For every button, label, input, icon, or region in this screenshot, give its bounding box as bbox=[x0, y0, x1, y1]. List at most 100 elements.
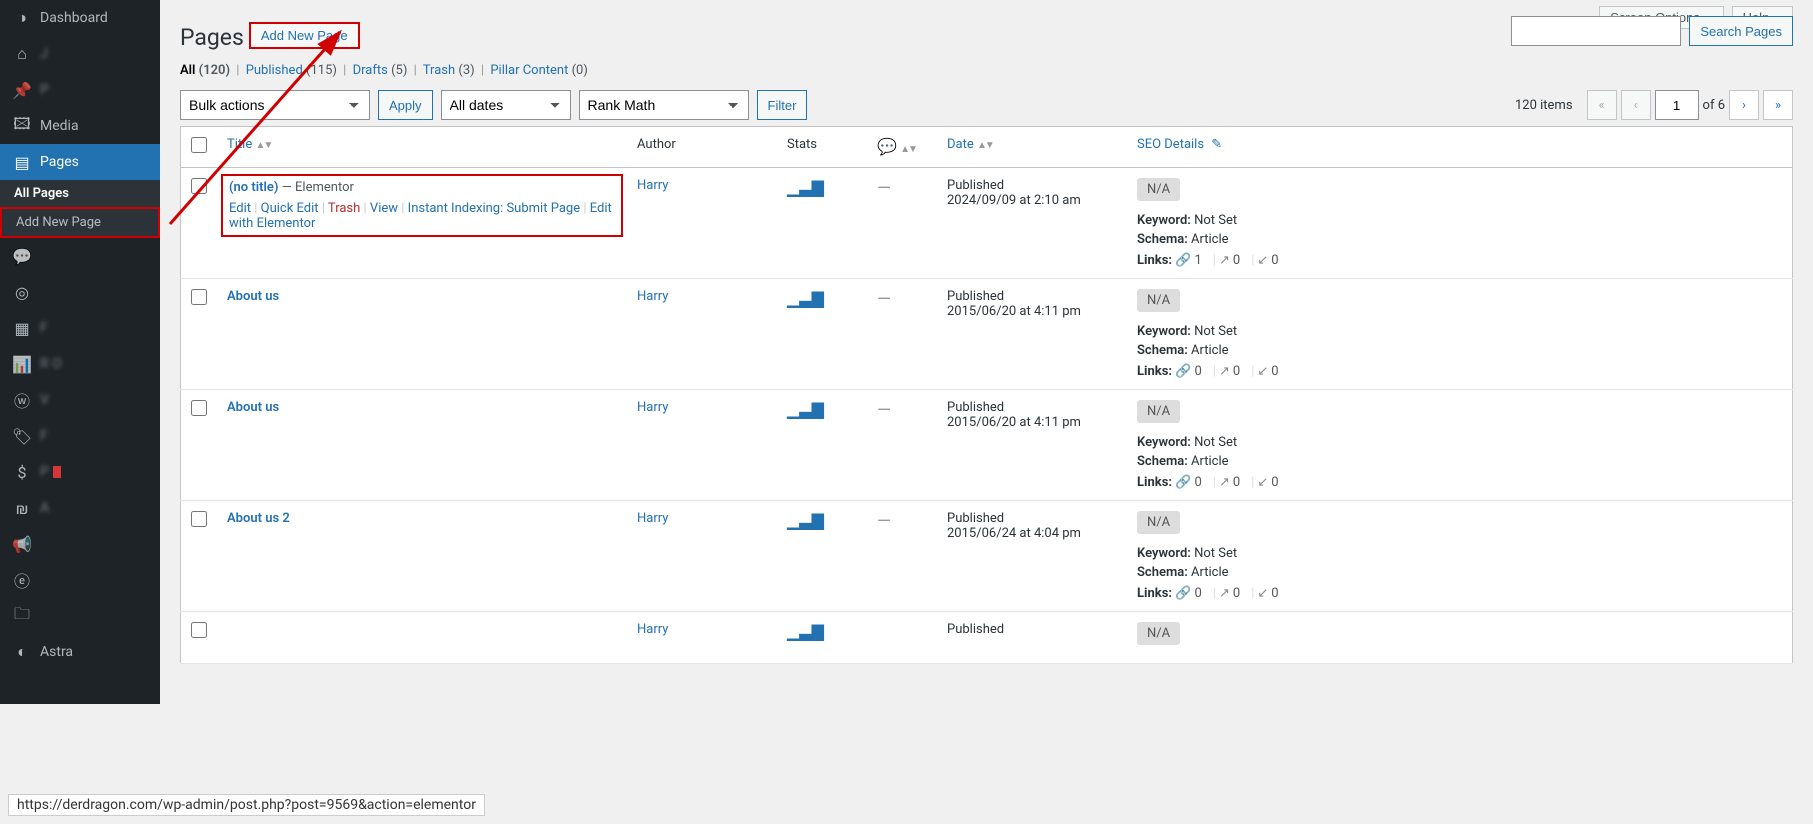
apply-button[interactable]: Apply bbox=[378, 90, 433, 120]
row-title-link[interactable]: About us bbox=[227, 289, 279, 304]
row-action-view[interactable]: View bbox=[370, 201, 398, 216]
author-link[interactable]: Harry bbox=[637, 511, 668, 526]
woo-icon: ⓦ bbox=[12, 390, 32, 410]
author-link[interactable]: Harry bbox=[637, 622, 668, 637]
sidebar-sub-all-pages[interactable]: All Pages bbox=[0, 180, 160, 207]
elementor-icon: ⓔ bbox=[12, 570, 32, 590]
row-action-instant[interactable]: Instant Indexing: Submit Page bbox=[408, 201, 580, 216]
stats-icon[interactable]: ▁▃▇ bbox=[787, 289, 824, 308]
author-link[interactable]: Harry bbox=[637, 400, 668, 415]
sidebar-item-obscured-1[interactable]: ⌂J bbox=[0, 36, 160, 72]
select-all-checkbox[interactable] bbox=[191, 137, 207, 153]
sidebar-item-obscured-2[interactable]: 📌P bbox=[0, 72, 160, 108]
sidebar-item-obscured-4[interactable]: ◎ bbox=[0, 274, 160, 310]
row-title-suffix: — Elementor bbox=[278, 180, 353, 195]
rankmath-filter-select[interactable]: Rank Math bbox=[579, 90, 749, 120]
filter-pillar[interactable]: Pillar Content (0) bbox=[490, 63, 588, 78]
sidebar-item-obscured-8[interactable]: 🏷F bbox=[0, 418, 160, 454]
sidebar-item-obscured-6[interactable]: 📊R O bbox=[0, 346, 160, 382]
sidebar-item-dashboard[interactable]: ◑ Dashboard bbox=[0, 0, 160, 36]
sidebar-label: P bbox=[40, 82, 49, 98]
date-filter-select[interactable]: All dates bbox=[441, 90, 571, 120]
row-date-text: 2015/06/20 at 4:11 pm bbox=[947, 304, 1081, 319]
sidebar-item-obscured-7[interactable]: ⓦV bbox=[0, 382, 160, 418]
row-date-text: 2015/06/20 at 4:11 pm bbox=[947, 415, 1081, 430]
sidebar-item-obscured-10[interactable]: ₪A bbox=[0, 490, 160, 526]
comment-icon: 💬 bbox=[12, 246, 32, 266]
row-title-link[interactable]: About us bbox=[227, 400, 279, 415]
seo-na-badge: N/A bbox=[1137, 511, 1180, 534]
analytics-icon: ₪ bbox=[12, 498, 32, 518]
filter-drafts[interactable]: Drafts (5) bbox=[353, 63, 408, 78]
sidebar-item-astra[interactable]: ◐Astra bbox=[0, 634, 160, 670]
target-icon: ◎ bbox=[12, 282, 32, 302]
row-title-link[interactable]: About us 2 bbox=[227, 511, 290, 526]
author-link[interactable]: Harry bbox=[637, 289, 668, 304]
search-pages-button[interactable]: Search Pages bbox=[1689, 16, 1793, 46]
row-action-trash[interactable]: Trash bbox=[328, 201, 360, 216]
stats-icon[interactable]: ▁▃▇ bbox=[787, 511, 824, 530]
row-checkbox[interactable] bbox=[191, 622, 207, 638]
pin-icon: 📌 bbox=[12, 80, 32, 100]
col-seo[interactable]: SEO Details ✎ bbox=[1137, 137, 1222, 152]
row-title-link[interactable]: (no title) bbox=[229, 180, 278, 195]
col-stats: Stats bbox=[777, 127, 867, 168]
page-first-button[interactable]: « bbox=[1587, 90, 1617, 120]
sidebar-item-obscured-12[interactable]: ⓔ bbox=[0, 562, 160, 598]
seo-schema: Article bbox=[1191, 565, 1228, 580]
col-date[interactable]: Date ▲▼ bbox=[947, 137, 993, 152]
filter-published[interactable]: Published (115) bbox=[246, 63, 337, 78]
sidebar-item-obscured-13[interactable]: 🗀 bbox=[0, 598, 160, 634]
filter-button[interactable]: Filter bbox=[757, 90, 808, 120]
author-link[interactable]: Harry bbox=[637, 178, 668, 193]
dashboard-icon: ◑ bbox=[12, 8, 32, 28]
bulk-actions-select[interactable]: Bulk actions bbox=[180, 90, 370, 120]
sidebar-label: Media bbox=[40, 118, 79, 134]
row-date-status: Published bbox=[947, 511, 1117, 526]
folder-icon: 🗀 bbox=[12, 606, 32, 626]
sidebar-label: Dashboard bbox=[40, 10, 108, 26]
links-outgoing: ↗ 0 bbox=[1219, 364, 1240, 379]
col-comments[interactable]: 💬 ▲▼ bbox=[867, 127, 937, 168]
sidebar-item-pages[interactable]: ▤Pages bbox=[0, 144, 160, 180]
col-author: Author bbox=[627, 127, 777, 168]
seo-keyword: Not Set bbox=[1194, 435, 1237, 450]
filter-all[interactable]: All bbox=[180, 63, 195, 78]
sidebar-item-obscured-5[interactable]: ▦F bbox=[0, 310, 160, 346]
page-last-button[interactable]: » bbox=[1763, 90, 1793, 120]
media-icon: 🖾 bbox=[12, 116, 32, 136]
stats-icon[interactable]: ▁▃▇ bbox=[787, 622, 824, 641]
stats-icon[interactable]: ▁▃▇ bbox=[787, 400, 824, 419]
col-title[interactable]: Title ▲▼ bbox=[227, 137, 271, 152]
filter-trash[interactable]: Trash (3) bbox=[423, 63, 475, 78]
links-internal: 🔗 0 bbox=[1175, 586, 1202, 601]
sidebar-sub-add-new[interactable]: Add New Page bbox=[0, 207, 160, 238]
comment-count: — bbox=[877, 178, 891, 199]
sidebar-item-comments[interactable]: 💬 bbox=[0, 238, 160, 274]
seo-schema: Article bbox=[1191, 454, 1228, 469]
sidebar-item-obscured-11[interactable]: 📢 bbox=[0, 526, 160, 562]
search-input[interactable] bbox=[1511, 16, 1681, 46]
page-prev-button[interactable]: ‹ bbox=[1621, 90, 1651, 120]
megaphone-icon: 📢 bbox=[12, 534, 32, 554]
seo-na-badge: N/A bbox=[1137, 400, 1180, 423]
page-next-button[interactable]: › bbox=[1729, 90, 1759, 120]
stats-icon[interactable]: ▁▃▇ bbox=[787, 178, 824, 197]
row-checkbox[interactable] bbox=[191, 400, 207, 416]
sidebar-label: J bbox=[40, 46, 48, 62]
row-action-edit[interactable]: Edit bbox=[229, 201, 251, 216]
row-action-quickedit[interactable]: Quick Edit bbox=[261, 201, 319, 216]
row-date-text: 2015/06/24 at 4:04 pm bbox=[947, 526, 1081, 541]
link-icon: 🔗 bbox=[1175, 586, 1191, 601]
sidebar-item-obscured-9[interactable]: $P bbox=[0, 454, 160, 490]
row-checkbox[interactable] bbox=[191, 178, 207, 194]
sidebar-item-media[interactable]: 🖾 Media bbox=[0, 108, 160, 144]
sidebar-label: F bbox=[40, 320, 48, 336]
link-icon: 🔗 bbox=[1175, 475, 1191, 490]
current-page-input[interactable] bbox=[1655, 90, 1699, 120]
add-new-page-button[interactable]: Add New Page bbox=[250, 23, 359, 48]
row-checkbox[interactable] bbox=[191, 511, 207, 527]
seo-schema: Article bbox=[1191, 232, 1228, 247]
links-incoming: ↙ 0 bbox=[1257, 475, 1278, 490]
row-checkbox[interactable] bbox=[191, 289, 207, 305]
